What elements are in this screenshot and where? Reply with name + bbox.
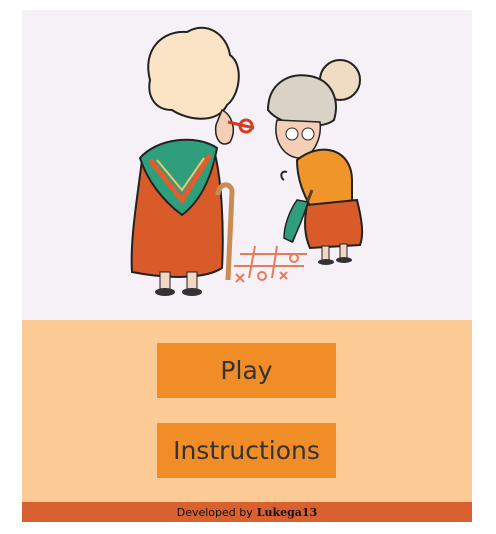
instructions-button[interactable]: Instructions bbox=[157, 423, 336, 478]
right-granny bbox=[266, 59, 364, 265]
grannies-artwork bbox=[130, 26, 364, 296]
footer-credits: Developed by Lukega13 bbox=[22, 502, 472, 522]
tic-tac-toe-grid bbox=[234, 245, 307, 283]
left-granny bbox=[130, 26, 255, 296]
footer-prefix: Developed by bbox=[176, 505, 253, 519]
play-button[interactable]: Play bbox=[157, 343, 336, 398]
main-menu: Play Instructions bbox=[22, 320, 472, 502]
game-frame: Play Instructions Developed by Lukega13 bbox=[22, 10, 472, 522]
footer-author: Lukega13 bbox=[256, 505, 318, 519]
title-illustration bbox=[22, 10, 472, 320]
